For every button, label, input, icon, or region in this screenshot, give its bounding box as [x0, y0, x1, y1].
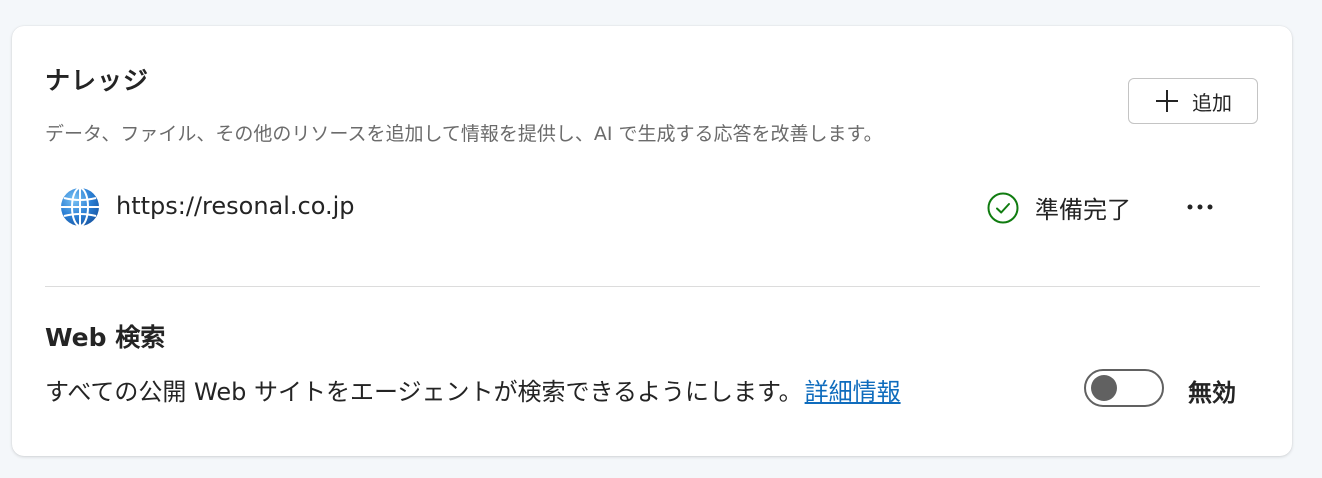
learn-more-link[interactable]: 詳細情報 [805, 378, 901, 406]
check-circle-icon [987, 192, 1019, 224]
section-divider [45, 286, 1260, 287]
knowledge-title: ナレッジ [45, 66, 150, 95]
toggle-state-label: 無効 [1188, 379, 1236, 407]
add-knowledge-button[interactable]: 追加 [1128, 78, 1258, 124]
status-badge: 準備完了 [987, 190, 1131, 225]
web-search-description: すべての公開 Web サイトをエージェントが検索できるようにします。詳細情報 [45, 372, 901, 407]
more-options-button[interactable] [1181, 188, 1219, 226]
knowledge-description: データ、ファイル、その他のリソースを追加して情報を提供し、AI で生成する応答を… [45, 123, 883, 145]
plus-icon [1154, 88, 1180, 114]
globe-icon [60, 187, 100, 227]
status-text: 準備完了 [1035, 196, 1131, 224]
add-button-label: 追加 [1192, 90, 1232, 115]
knowledge-item: https://resonal.co.jp 準備完了 [60, 186, 1220, 230]
web-search-description-text: すべての公開 Web サイトをエージェントが検索できるようにします。 [45, 378, 803, 406]
knowledge-item-url: https://resonal.co.jp [116, 192, 355, 220]
web-search-toggle[interactable] [1084, 369, 1164, 407]
more-icon [1186, 203, 1214, 211]
web-search-title: Web 検索 [45, 323, 166, 352]
knowledge-card: ナレッジ データ、ファイル、その他のリソースを追加して情報を提供し、AI で生成… [12, 26, 1292, 456]
toggle-knob [1091, 375, 1117, 401]
